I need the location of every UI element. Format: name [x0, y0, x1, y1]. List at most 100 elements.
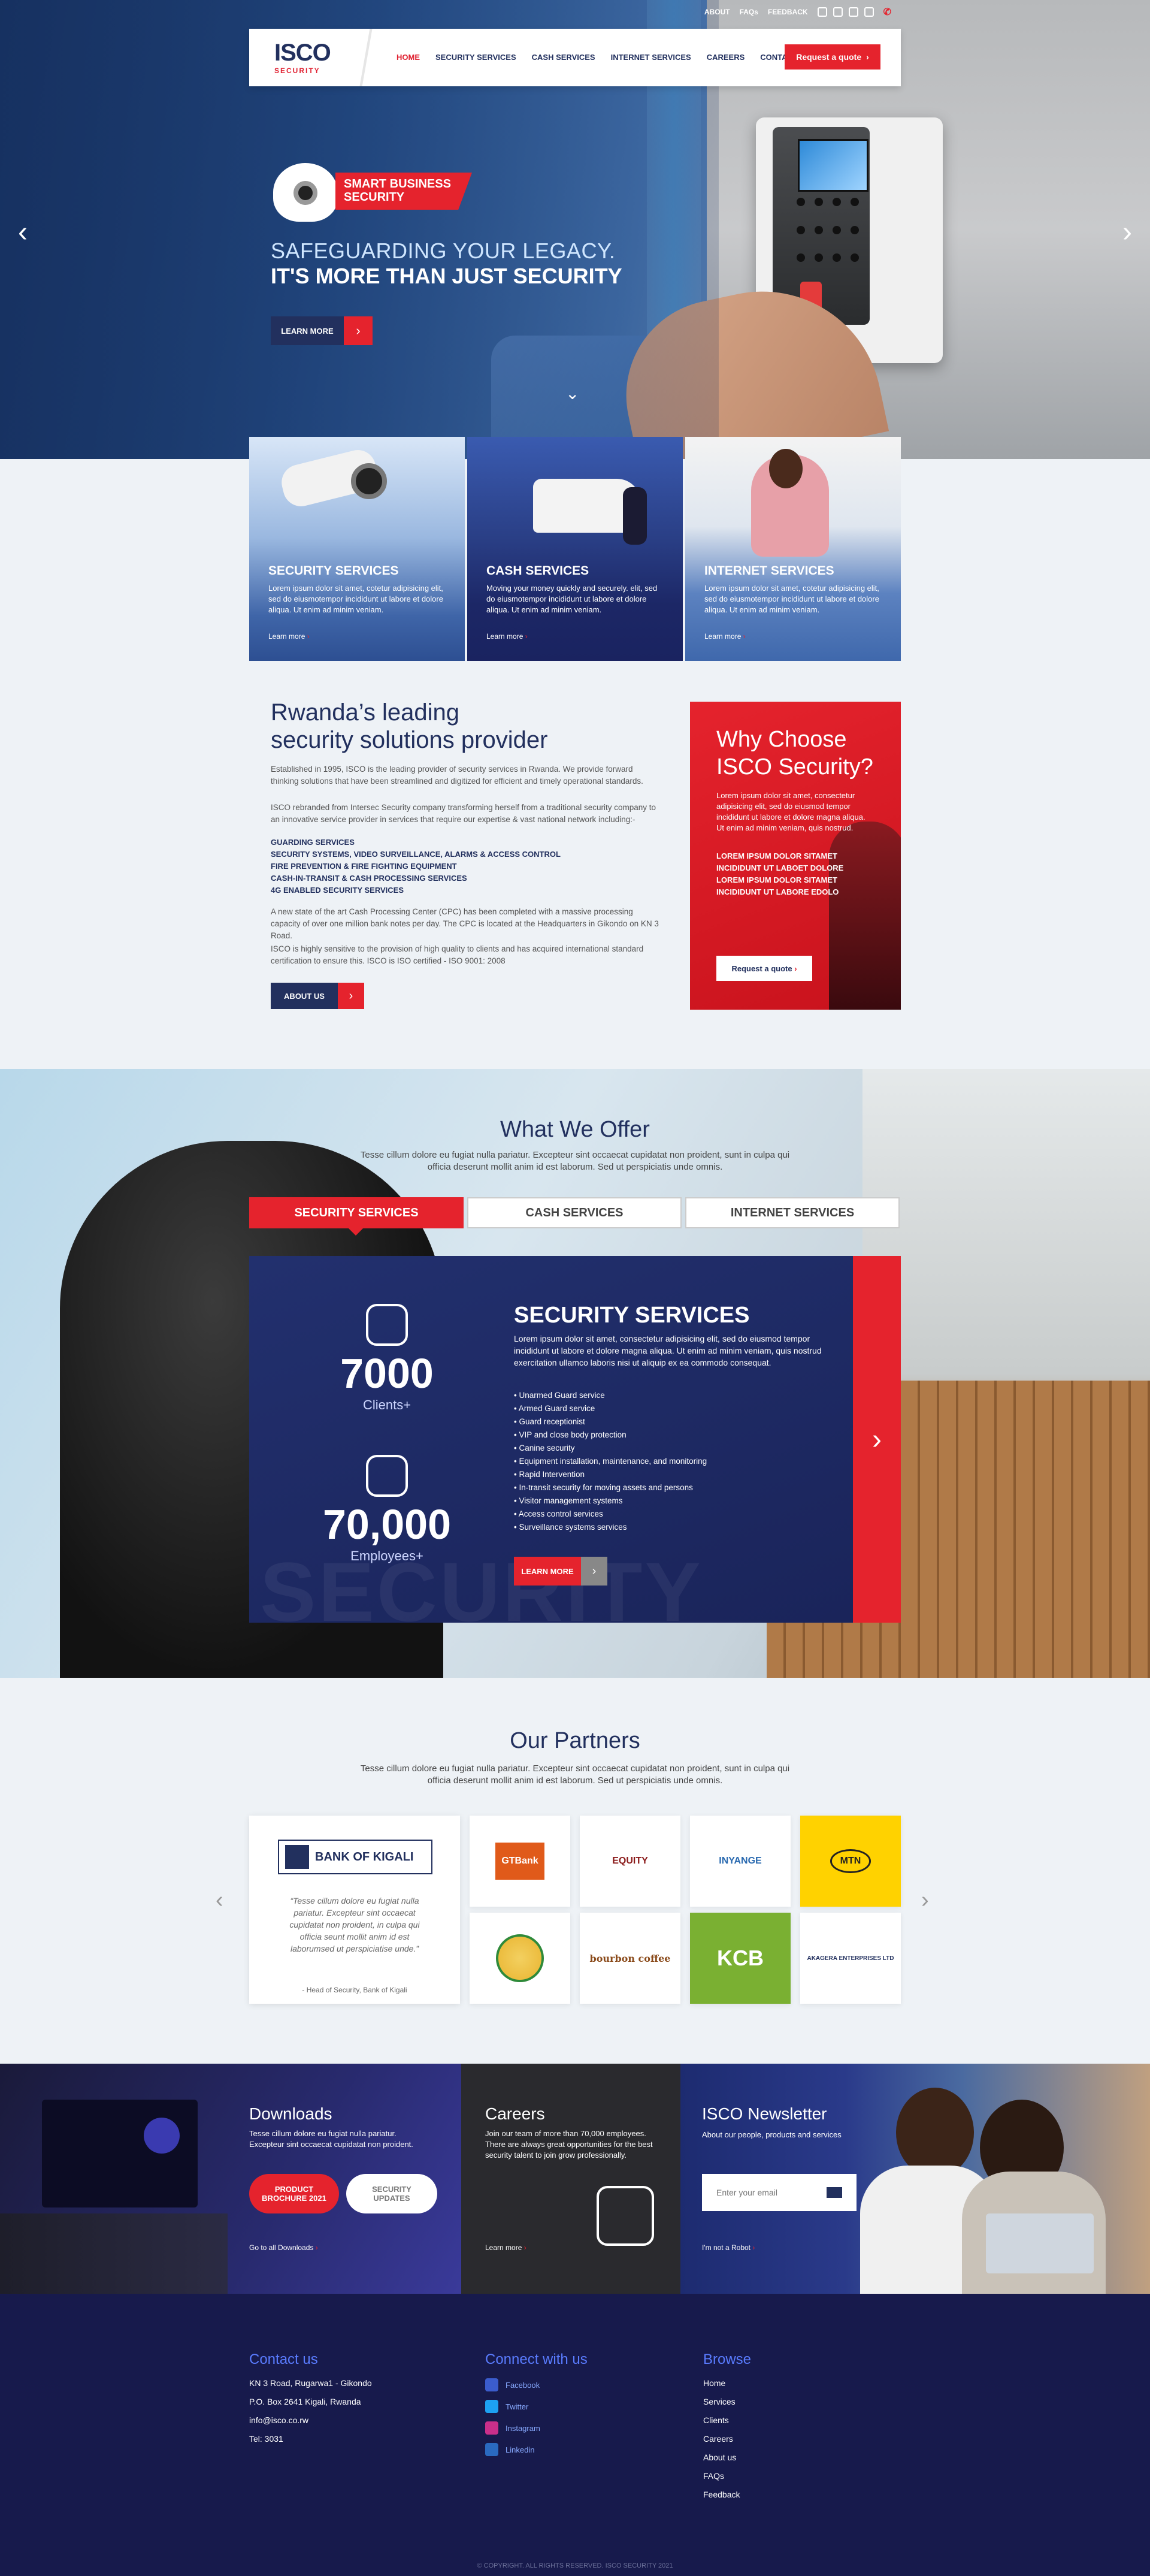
chevron-right-icon: › — [752, 2243, 755, 2252]
about-list-item: CASH-IN-TRANSIT & CASH PROCESSING SERVIC… — [271, 874, 467, 883]
partner-logo-gtbank[interactable]: GTBank — [470, 1816, 570, 1907]
why-request-quote-button[interactable]: Request a quote › — [716, 956, 812, 981]
partner-logo-mtn[interactable]: MTN — [800, 1816, 901, 1907]
updates-label-2: UPDATES — [373, 2194, 410, 2203]
instagram-icon[interactable] — [848, 7, 858, 17]
card-learn-more-link[interactable]: Learn more › — [486, 632, 528, 641]
about-us-button[interactable]: ABOUT US › — [271, 983, 364, 1009]
employees-icon — [366, 1455, 408, 1497]
linkedin-icon[interactable] — [864, 7, 874, 17]
footer-link-about[interactable]: About us — [703, 2448, 740, 2467]
nav-cash-services[interactable]: CASH SERVICES — [532, 53, 595, 62]
service-item: • Access control services — [514, 1509, 603, 1518]
partner-logo-rwanda-seal[interactable] — [470, 1913, 570, 2004]
nav-home[interactable]: HOME — [397, 53, 420, 62]
panel-learn-more-label: LEARN MORE — [514, 1557, 581, 1586]
card-learn-more-link[interactable]: Learn more › — [704, 632, 746, 641]
footer-phone[interactable]: Tel: 3031 — [249, 2430, 372, 2448]
stat-clients: 7000 Clients+ — [273, 1304, 501, 1413]
service-item: • Rapid Intervention — [514, 1470, 585, 1479]
about-link[interactable]: ABOUT — [704, 8, 730, 16]
email-placeholder: Enter your email — [716, 2188, 777, 2197]
cctv-camera-icon — [273, 163, 338, 222]
chevron-right-icon: › — [581, 1557, 607, 1586]
service-item: • In-transit security for moving assets … — [514, 1483, 693, 1492]
nav-security-services[interactable]: SECURITY SERVICES — [435, 53, 516, 62]
hero-learn-more-button[interactable]: LEARN MORE › — [271, 316, 373, 345]
partners-title: Our Partners — [510, 1728, 640, 1753]
newsletter-email-input[interactable]: Enter your email — [702, 2174, 857, 2211]
panel-next-arrow-icon[interactable]: › — [853, 1256, 901, 1623]
bank-of-kigali-logo: BANK OF KIGALI — [278, 1840, 432, 1874]
testimonial-author: - Head of Security, Bank of Kigali — [302, 1986, 407, 1994]
footer-link-home[interactable]: Home — [703, 2374, 740, 2393]
footer-instagram-link[interactable]: Instagram — [485, 2417, 540, 2439]
footer — [0, 2294, 1150, 2576]
about-list-item: GUARDING SERVICES — [271, 838, 355, 847]
panel-heading: SECURITY SERVICES — [514, 1303, 750, 1328]
bank-of-kigali-name: BANK OF KIGALI — [315, 1850, 414, 1864]
newsletter-title: ISCO Newsletter — [702, 2104, 827, 2123]
card-learn-more-link[interactable]: Learn more › — [268, 632, 310, 641]
mail-icon[interactable] — [827, 2187, 842, 2198]
card-text: Lorem ipsum dolor sit amet, cotetur adip… — [268, 584, 443, 614]
nav-internet-services[interactable]: INTERNET SERVICES — [611, 53, 691, 62]
footer-twitter-link[interactable]: Twitter — [485, 2396, 540, 2417]
laptop-photo — [986, 2213, 1094, 2273]
card-cash-services[interactable]: CASH SERVICES Moving your money quickly … — [467, 437, 683, 661]
why-title: Why Choose ISCO Security? — [716, 726, 873, 781]
card-internet-services[interactable]: INTERNET SERVICES Lorem ipsum dolor sit … — [685, 437, 901, 661]
chevron-right-icon: › — [315, 2243, 318, 2252]
faqs-link[interactable]: FAQs — [740, 8, 758, 16]
footer-link-clients[interactable]: Clients — [703, 2411, 740, 2430]
stat-number: 7000 — [340, 1350, 434, 1397]
footer-link-services[interactable]: Services — [703, 2393, 740, 2411]
why-list-item: LOREM IPSUM DOLOR SITAMET — [716, 851, 837, 860]
stat-employees: 70,000 Employees+ — [273, 1455, 501, 1564]
footer-email[interactable]: info@isco.co.rw — [249, 2411, 372, 2430]
tab-security-services[interactable]: SECURITY SERVICES — [249, 1197, 464, 1228]
why-list-item: INCIDIDUNT UT LABOET DOLORE — [716, 863, 844, 872]
chevron-right-icon: › — [344, 316, 373, 345]
tab-cash-services[interactable]: CASH SERVICES — [467, 1197, 682, 1228]
footer-link-faqs[interactable]: FAQs — [703, 2467, 740, 2486]
carousel-next-arrow-icon[interactable]: › — [1122, 216, 1132, 249]
partners-prev-chevron-icon[interactable]: ‹ — [216, 1888, 223, 1913]
service-item: • VIP and close body protection — [514, 1430, 627, 1439]
panel-learn-more-button[interactable]: LEARN MORE › — [514, 1557, 607, 1586]
request-quote-button[interactable]: Request a quote › — [785, 44, 880, 70]
nav-careers[interactable]: CAREERS — [707, 53, 745, 62]
carousel-prev-arrow-icon[interactable]: ‹ — [18, 216, 28, 249]
scroll-down-chevron-icon[interactable]: ⌄ — [565, 383, 579, 403]
card-title: SECURITY SERVICES — [268, 564, 399, 578]
partners-next-chevron-icon[interactable]: › — [921, 1888, 929, 1913]
security-updates-button[interactable]: SECURITY UPDATES — [346, 2174, 437, 2213]
offer-title: What We Offer — [500, 1117, 650, 1142]
partner-logo-akagera[interactable]: AKAGERA ENTERPRISES LTD — [800, 1913, 901, 2004]
card-title: CASH SERVICES — [486, 564, 589, 578]
about-paragraph-1: Established in 1995, ISCO is the leading… — [271, 765, 643, 786]
product-brochure-button[interactable]: PRODUCT BROCHURE 2021 — [249, 2174, 339, 2213]
why-list: LOREM IPSUM DOLOR SITAMET INCIDIDUNT UT … — [716, 850, 843, 898]
partner-logo-kcb[interactable]: KCB — [690, 1913, 791, 2004]
facebook-icon[interactable] — [817, 7, 827, 17]
twitter-icon[interactable] — [833, 7, 843, 17]
service-item-label: VIP and close body protection — [519, 1430, 627, 1439]
partner-logo-bourbon[interactable]: bourbon coffee — [580, 1913, 680, 2004]
all-downloads-link[interactable]: Go to all Downloads › — [249, 2243, 318, 2252]
phone-icon[interactable]: ✆ — [883, 6, 891, 18]
footer-contact-title: Contact us — [249, 2351, 318, 2367]
card-security-services[interactable]: SECURITY SERVICES Lorem ipsum dolor sit … — [249, 437, 465, 661]
tab-internet-services[interactable]: INTERNET SERVICES — [685, 1197, 900, 1228]
partner-logo-equity[interactable]: EQUITY — [580, 1816, 680, 1907]
partner-logo-inyange[interactable]: INYANGE — [690, 1816, 791, 1907]
footer-link-feedback[interactable]: Feedback — [703, 2486, 740, 2504]
not-robot-link[interactable]: I'm not a Robot › — [702, 2243, 755, 2252]
isco-logo[interactable]: ISCO SECURITY — [274, 40, 341, 77]
feedback-link[interactable]: FEEDBACK — [768, 8, 808, 16]
footer-link-careers[interactable]: Careers — [703, 2430, 740, 2448]
careers-learn-more-link[interactable]: Learn more › — [485, 2243, 526, 2252]
service-item: • Equipment installation, maintenance, a… — [514, 1457, 707, 1466]
footer-linkedin-link[interactable]: Linkedin — [485, 2439, 540, 2460]
footer-facebook-link[interactable]: Facebook — [485, 2374, 540, 2396]
